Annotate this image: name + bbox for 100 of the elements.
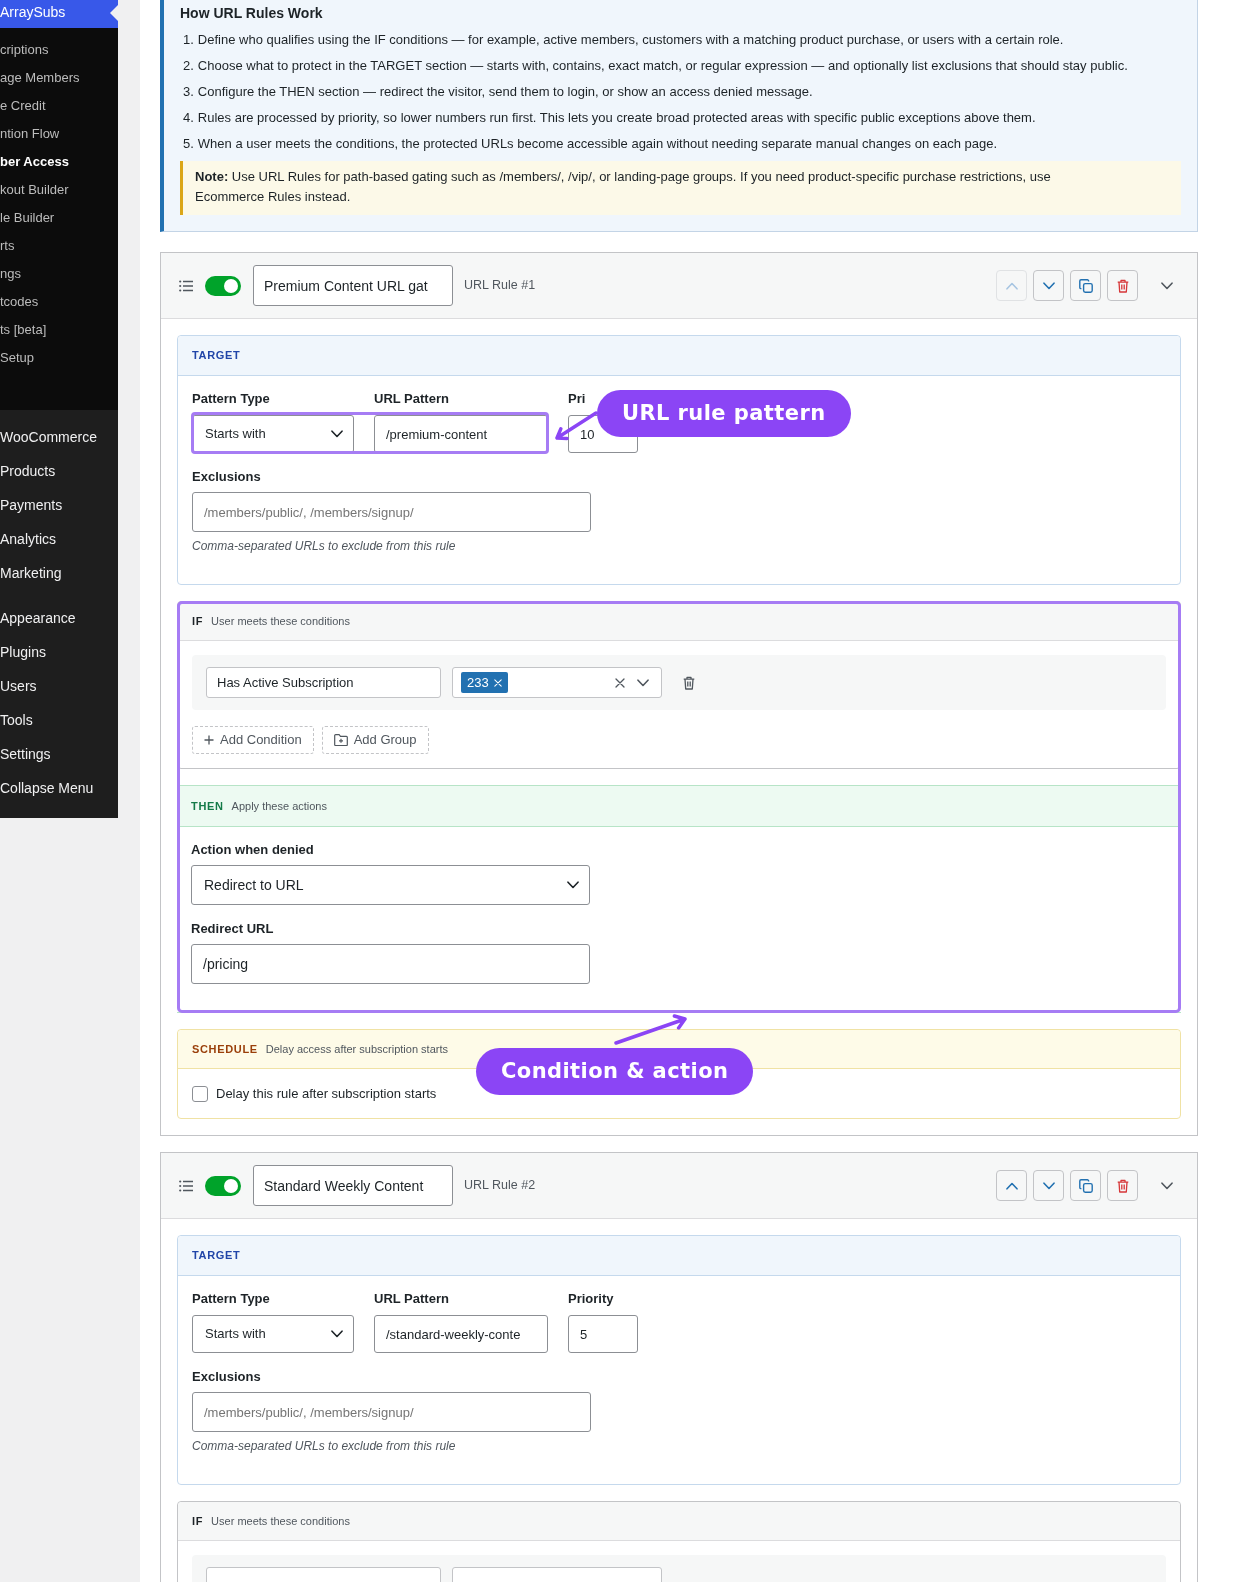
- trash-icon: [1116, 1178, 1129, 1193]
- sidebar-menu-item[interactable]: Appearance: [0, 601, 118, 635]
- section-subtitle: User meets these conditions: [211, 1513, 350, 1529]
- sidebar-menu-item[interactable]: Analytics: [0, 522, 118, 556]
- trash-icon: [1116, 278, 1129, 293]
- input-field[interactable]: /members/public/, /members/signup/: [192, 1392, 591, 1432]
- select-field[interactable]: Redirect to URL: [191, 865, 590, 905]
- submenu-item[interactable]: ngs: [0, 260, 118, 288]
- section-title: THEN: [191, 798, 224, 814]
- step-text: When a user meets the conditions, the protected URLs become accessible again without needing separate manual changes on each page.: [197, 135, 998, 153]
- section-title: TARGET: [192, 1248, 241, 1264]
- field-label: Exclusions: [192, 468, 262, 486]
- section-title: SCHEDULE: [192, 1041, 258, 1057]
- submenu-item[interactable]: e Credit: [0, 92, 118, 120]
- field-label: Redirect URL: [191, 920, 275, 938]
- chevron-up-icon: [1005, 1181, 1018, 1190]
- section-subtitle: Delay access after subscription starts: [265, 1041, 448, 1057]
- sidebar-menu-item[interactable]: Settings: [0, 737, 118, 771]
- chevron-down-icon: [1161, 1181, 1173, 1190]
- enable-toggle[interactable]: [205, 1175, 241, 1196]
- delete-button[interactable]: [1107, 270, 1138, 301]
- submenu-item[interactable]: age Members: [0, 64, 118, 92]
- step-text: Choose what to protect in the TARGET section — starts with, contains, exact match, or regular expression — and optionally list exclusions that should stay public.: [197, 57, 1128, 75]
- input-field[interactable]: /premium-content: [374, 415, 548, 453]
- field-label: Exclusions: [192, 1368, 262, 1386]
- select-field[interactable]: Starts with: [192, 1315, 354, 1353]
- rule-number-label: URL Rule #1: [464, 277, 536, 295]
- submenu-item[interactable]: Setup: [0, 344, 118, 372]
- step-text: Rules are processed by priority, so lower numbers run first. This lets you create broad protected areas with specific public exceptions above them.: [197, 109, 1036, 127]
- step-number: 5.: [183, 135, 194, 153]
- step-text: Define who qualifies using the IF conditions — for example, active members, customers with a matching product purchase, or users with a certain role.: [197, 31, 1064, 49]
- step-number: 3.: [183, 83, 194, 101]
- clear-icon: [615, 677, 625, 688]
- field-label: URL Pattern: [374, 390, 450, 408]
- sidebar-menu-item[interactable]: Marketing: [0, 556, 118, 590]
- field-hint: Comma-separated URLs to exclude from this rule: [192, 1438, 457, 1454]
- sidebar-menu-item[interactable]: Tools: [0, 703, 118, 737]
- section-title: TARGET: [192, 348, 241, 364]
- enable-toggle[interactable]: [205, 275, 241, 296]
- callout-tooltip: URL rule pattern: [597, 390, 851, 437]
- copy-icon: [1078, 278, 1093, 293]
- input-field[interactable]: 5: [568, 1315, 638, 1353]
- panel-title: How URL Rules Work: [180, 4, 324, 22]
- trash-icon: [683, 675, 695, 690]
- submenu-item[interactable]: le Builder: [0, 204, 118, 232]
- field-label: Pri: [568, 390, 587, 408]
- add-group-button[interactable]: Add Group: [321, 726, 429, 754]
- submenu-item[interactable]: criptions: [0, 36, 118, 64]
- input-field[interactable]: /members/public/, /members/signup/: [192, 492, 591, 532]
- move-down-button[interactable]: [1033, 270, 1064, 301]
- chevron-down-icon: [637, 678, 649, 687]
- field-label: Pattern Type: [192, 390, 271, 408]
- sidebar-menu-item[interactable]: Collapse Menu: [0, 771, 118, 805]
- sidebar-menu-item[interactable]: Payments: [0, 488, 118, 522]
- field-label: Pattern Type: [192, 1290, 271, 1308]
- plus-icon: [204, 735, 214, 745]
- submenu-item[interactable]: ntion Flow: [0, 120, 118, 148]
- move-up-button[interactable]: [996, 1170, 1027, 1201]
- delete-button[interactable]: [1107, 1170, 1138, 1201]
- submenu-item[interactable]: ts [beta]: [0, 316, 118, 344]
- menu-pointer-icon: [110, 5, 118, 21]
- duplicate-button[interactable]: [1070, 270, 1101, 301]
- input-field[interactable]: /standard-weekly-conte: [374, 1315, 548, 1353]
- sidebar-menu-item[interactable]: ArraySubs: [0, 0, 118, 28]
- chevron-down-icon: [1161, 281, 1173, 290]
- chevron-down-icon: [1042, 281, 1055, 290]
- sidebar-menu-item[interactable]: Products: [0, 454, 118, 488]
- section-subtitle: User meets these conditions: [211, 613, 350, 629]
- rule-name-field[interactable]: Standard Weekly Content: [253, 1165, 453, 1206]
- condition-field[interactable]: Has Active Subscription: [206, 667, 441, 698]
- sidebar-menu-item[interactable]: WooCommerce: [0, 420, 118, 454]
- checkbox-label: Delay this rule after subscription starts: [216, 1085, 437, 1103]
- field-label: Priority: [568, 1290, 615, 1308]
- callout-arrow: [555, 411, 598, 441]
- step-number: 2.: [183, 57, 194, 75]
- remove-icon: [493, 678, 502, 687]
- checkbox[interactable]: [192, 1086, 208, 1102]
- submenu-item[interactable]: kout Builder: [0, 176, 118, 204]
- rule-name-field[interactable]: Premium Content URL gat: [253, 265, 453, 306]
- field-hint: Comma-separated URLs to exclude from this rule: [192, 538, 457, 554]
- chevron-down-icon: [567, 881, 579, 889]
- input-field[interactable]: /pricing: [191, 944, 590, 984]
- copy-icon: [1078, 1178, 1093, 1193]
- select-field[interactable]: Starts with: [192, 415, 354, 453]
- folder-plus-icon: [333, 734, 348, 746]
- rule-number-label: URL Rule #2: [464, 1177, 536, 1195]
- selected-tag[interactable]: 233: [461, 672, 508, 693]
- submenu-item[interactable]: rts: [0, 232, 118, 260]
- step-number: 4.: [183, 109, 194, 127]
- sidebar-menu-item[interactable]: Plugins: [0, 635, 118, 669]
- note-text: Note: Use URL Rules for path-based gating such as /members/, /vip/, or landing-page groups. If you need product-specific purchase restrictions, use Ecommerce Rules instead.: [195, 168, 1052, 206]
- step-number: 1.: [183, 31, 194, 49]
- submenu-item[interactable]: ber Access: [0, 148, 118, 176]
- chevron-down-icon: [331, 430, 343, 438]
- duplicate-button[interactable]: [1070, 1170, 1101, 1201]
- sidebar-menu-item[interactable]: Users: [0, 669, 118, 703]
- multi-select-field[interactable]: 233: [452, 667, 662, 698]
- add-condition-button[interactable]: Add Condition: [192, 726, 314, 754]
- submenu-item[interactable]: tcodes: [0, 288, 118, 316]
- move-down-button[interactable]: [1033, 1170, 1064, 1201]
